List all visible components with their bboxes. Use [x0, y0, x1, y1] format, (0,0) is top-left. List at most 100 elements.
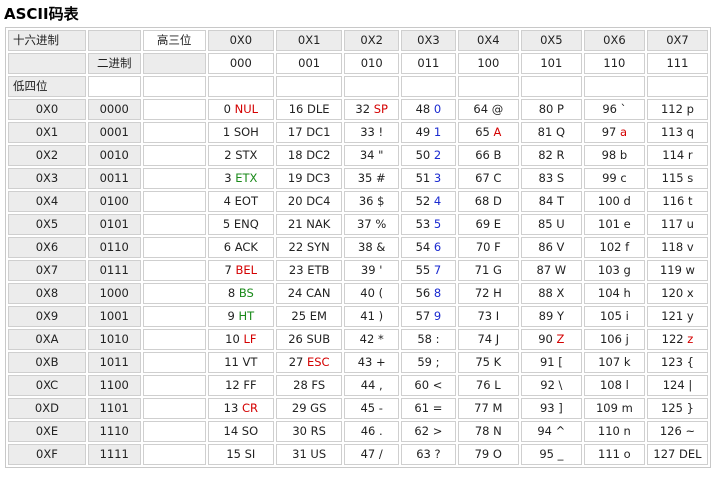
ascii-cell: 16 DLE: [275, 99, 343, 120]
ascii-cell: 81 Q: [520, 122, 582, 143]
ascii-cell: 104 h: [583, 283, 645, 304]
ascii-cell: 49 1: [401, 122, 456, 143]
ascii-code: 97: [601, 125, 617, 139]
ascii-cell: 120 x: [646, 283, 708, 304]
ascii-code: 36: [358, 194, 374, 208]
ascii-cell: 4 EOT: [207, 191, 274, 212]
empty-cell: [275, 76, 343, 97]
ascii-cell: 31 US: [275, 444, 343, 465]
ascii-cell: 61 =: [401, 398, 456, 419]
ascii-cell: 51 3: [401, 168, 456, 189]
ascii-char: SO: [241, 424, 259, 438]
row-hex-label: 0XC: [8, 375, 86, 396]
col-bin-3: 011: [401, 53, 456, 74]
ascii-code: 112: [660, 102, 683, 116]
ascii-code: 18: [287, 148, 303, 162]
ascii-code: 78: [474, 424, 490, 438]
ascii-cell: 71 G: [457, 260, 519, 281]
ascii-code: 84: [538, 194, 554, 208]
ascii-char: SOH: [233, 125, 259, 139]
ascii-cell: 113 q: [646, 122, 708, 143]
ascii-char: Q: [555, 125, 566, 139]
ascii-char: H: [493, 286, 502, 300]
table-row: 0X1 0001 1 SOH 17 DC1 33 ! 49 1 65 A 81 Q 97 a 11…: [8, 122, 708, 143]
ascii-code: 60: [414, 378, 430, 392]
col-hex-7: 0X7: [646, 30, 708, 51]
ascii-code: 19: [287, 171, 303, 185]
ascii-cell: 115 s: [646, 168, 708, 189]
ascii-char: FS: [311, 378, 326, 392]
ascii-code: 75: [475, 355, 490, 369]
ascii-code: 54: [415, 240, 431, 254]
ascii-cell: 122 z: [646, 329, 708, 350]
empty-cell: [142, 260, 206, 281]
ascii-cell: 98 b: [583, 145, 645, 166]
high-bits-label: 高三位: [142, 30, 206, 51]
ascii-cell: 118 v: [646, 237, 708, 258]
ascii-cell: 7 BEL: [207, 260, 274, 281]
ascii-char: f: [625, 240, 630, 254]
ascii-cell: 103 g: [583, 260, 645, 281]
ascii-code: 44: [360, 378, 376, 392]
ascii-char: N: [493, 424, 502, 438]
empty-cell: [142, 237, 206, 258]
ascii-cell: 1 SOH: [207, 122, 274, 143]
ascii-char: DLE: [307, 102, 330, 116]
ascii-char: h: [623, 286, 631, 300]
ascii-code: 53: [415, 217, 431, 231]
ascii-code: 14: [223, 424, 239, 438]
ascii-code: 24: [287, 286, 303, 300]
ascii-char: 6: [433, 240, 442, 254]
ascii-cell: 88 X: [520, 283, 582, 304]
ascii-cell: 99 c: [583, 168, 645, 189]
ascii-char: Z: [556, 332, 565, 346]
ascii-char: !: [378, 125, 384, 139]
ascii-code: 88: [538, 286, 553, 300]
ascii-char: r: [687, 148, 693, 162]
ascii-char: .: [378, 424, 383, 438]
ascii-code: 94: [537, 424, 552, 438]
empty-cell: [520, 76, 582, 97]
ascii-char: {: [686, 355, 694, 369]
ascii-code: 43: [357, 355, 373, 369]
ascii-char: J: [495, 332, 500, 346]
ascii-char: @: [491, 102, 504, 116]
ascii-code: 115: [661, 171, 684, 185]
ascii-char: NUL: [234, 102, 259, 116]
ascii-code: 39: [360, 263, 376, 277]
ascii-cell: 67 C: [457, 168, 519, 189]
ascii-cell: 11 VT: [207, 352, 274, 373]
ascii-char: v: [686, 240, 694, 254]
ascii-char: CAN: [306, 286, 331, 300]
ascii-cell: 30 RS: [275, 421, 343, 442]
row-binary-label: 0011: [87, 168, 141, 189]
row-binary-label: 1000: [87, 283, 141, 304]
ascii-cell: 46 .: [344, 421, 400, 442]
ascii-code: 21: [287, 217, 303, 231]
table-row: 0XF 1111 15 SI 31 US 47 /63 ? 79 O 95 _ 111 o 12…: [8, 444, 708, 465]
row-hex-label: 0XB: [8, 352, 86, 373]
row-hex-label: 0X8: [8, 283, 86, 304]
ascii-char: ^: [555, 424, 566, 438]
ascii-char: CR: [241, 401, 258, 415]
ascii-char: X: [556, 286, 565, 300]
ascii-char: A: [493, 125, 502, 139]
ascii-code: 48: [415, 102, 431, 116]
ascii-cell: 95 _: [520, 444, 582, 465]
empty-cell: [142, 168, 206, 189]
ascii-code: 104: [597, 286, 620, 300]
ascii-char: m: [621, 401, 633, 415]
empty-cell: [142, 283, 206, 304]
ascii-char: T: [556, 194, 564, 208]
ascii-code: 45: [360, 401, 376, 415]
ascii-cell: 56 8: [401, 283, 456, 304]
table-row: 0X8 1000 8 BS 24 CAN 40 (56 8 72 H 88 X 104 h 12…: [8, 283, 708, 304]
ascii-cell: 91 [: [520, 352, 582, 373]
ascii-cell: 26 SUB: [275, 329, 343, 350]
ascii-code: 96: [602, 102, 617, 116]
table-row: 0X2 0010 2 STX 18 DC2 34 " 50 2 66 B 82 R 98 b 11…: [8, 145, 708, 166]
ascii-char: BEL: [235, 263, 258, 277]
col-hex-3: 0X3: [401, 30, 456, 51]
ascii-char: 2: [433, 148, 442, 162]
ascii-char: k: [623, 355, 631, 369]
